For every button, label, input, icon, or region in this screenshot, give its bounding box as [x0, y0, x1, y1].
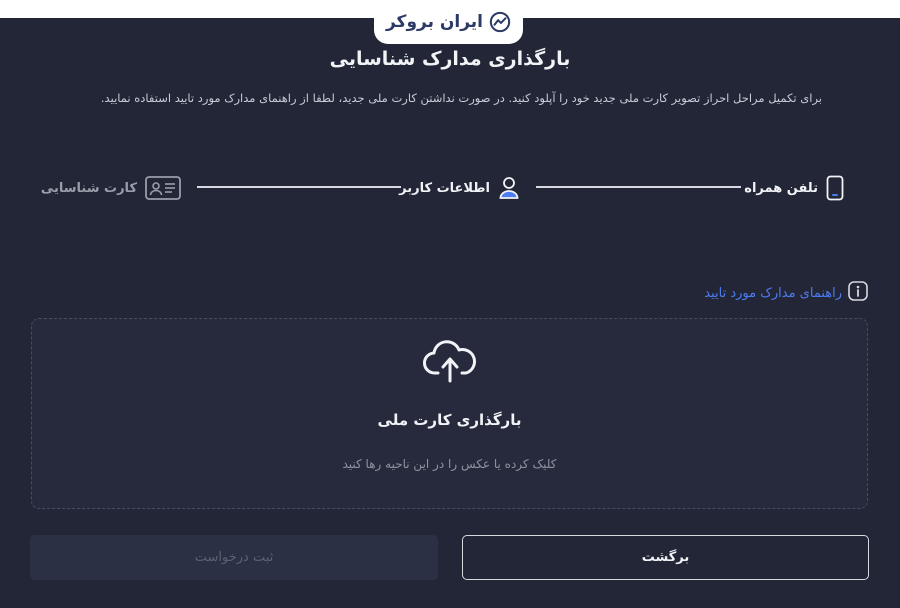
- id-card-icon: [145, 176, 181, 200]
- step-mobile: تلفن همراه: [744, 174, 844, 202]
- brand-name: ایران بروکر: [385, 12, 484, 32]
- step-id-card: کارت شناسایی: [41, 174, 181, 202]
- cloud-upload-icon: [423, 340, 476, 383]
- brand-logo[interactable]: ایران بروکر: [374, 0, 523, 44]
- upload-title: بارگذاری کارت ملی: [377, 411, 522, 429]
- step-id-card-label: کارت شناسایی: [40, 180, 137, 196]
- approved-documents-guide-link[interactable]: راهنمای مدارک مورد تایید: [704, 281, 868, 305]
- page-title: بارگذاری مدارک شناسایی: [329, 48, 571, 70]
- back-button[interactable]: برگشت: [462, 535, 869, 580]
- guide-link-label[interactable]: راهنمای مدارک مورد تایید: [704, 286, 842, 301]
- submit-request-button[interactable]: ثبت درخواست: [30, 535, 438, 580]
- step-mobile-label: تلفن همراه: [744, 180, 818, 196]
- step-connector: [197, 186, 401, 188]
- national-card-dropzone[interactable]: بارگذاری کارت ملی کلیک کرده یا عکس را در…: [31, 318, 868, 509]
- mobile-phone-icon: [826, 175, 844, 201]
- user-icon: [498, 176, 520, 200]
- info-icon: [848, 281, 868, 305]
- upload-hint: کلیک کرده یا عکس را در این ناحیه رها کنی…: [342, 457, 557, 471]
- step-connector: [536, 186, 741, 188]
- step-user-info: اطلاعات کاربر: [399, 174, 520, 202]
- page-description: برای تکمیل مراحل احراز تصویر کارت ملی جد…: [100, 91, 822, 105]
- step-user-info-label: اطلاعات کاربر: [399, 180, 490, 196]
- chart-line-icon: [489, 11, 511, 33]
